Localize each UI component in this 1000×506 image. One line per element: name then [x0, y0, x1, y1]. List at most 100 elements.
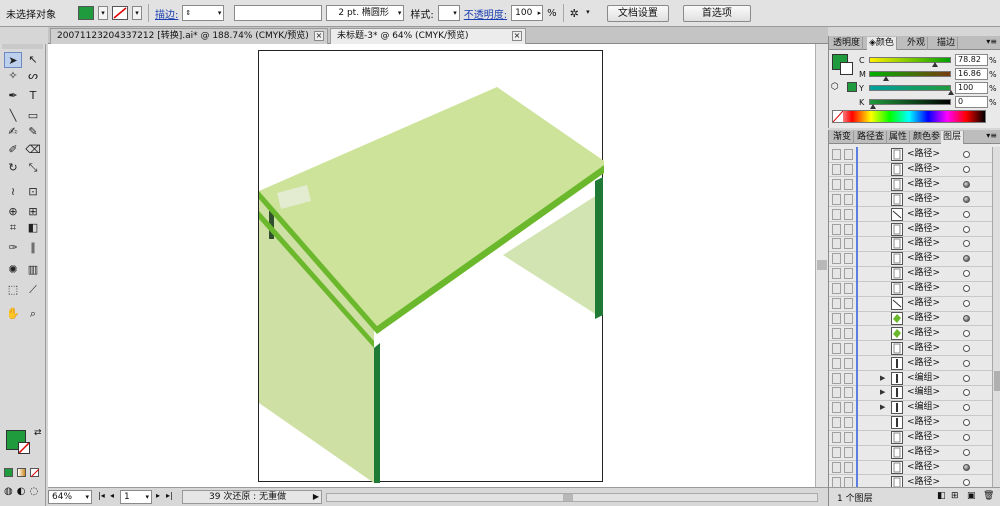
- layer-row[interactable]: <路径>: [829, 474, 992, 487]
- line-tool-icon[interactable]: ╲: [4, 108, 22, 124]
- slider-knob[interactable]: [883, 76, 890, 81]
- draw-inside-icon[interactable]: ◌: [29, 486, 38, 497]
- rectangle-tool-icon[interactable]: ▭: [24, 108, 42, 124]
- eyedropper-tool-icon[interactable]: ✑: [4, 240, 22, 256]
- visibility-toggle[interactable]: [832, 163, 841, 175]
- channel-slider[interactable]: [869, 85, 954, 95]
- visibility-toggle[interactable]: [832, 372, 841, 384]
- pen-tool-icon[interactable]: ✒: [4, 88, 22, 104]
- style-swatch-field[interactable]: ▾: [437, 5, 460, 21]
- layer-row[interactable]: <路径>: [829, 251, 992, 267]
- visibility-toggle[interactable]: [832, 208, 841, 220]
- layer-row[interactable]: <路径>: [829, 161, 992, 178]
- gamut-color-chip[interactable]: [847, 82, 857, 92]
- visibility-toggle[interactable]: [832, 402, 841, 414]
- gradient-mode-icon[interactable]: [17, 468, 26, 477]
- scroll-thumb[interactable]: [563, 494, 573, 501]
- tab-color-guide[interactable]: 颜色参: [911, 131, 944, 144]
- column-graph-tool-icon[interactable]: ▥: [24, 262, 42, 278]
- artboard-number-field[interactable]: 1 ▾: [120, 490, 152, 504]
- layer-row[interactable]: ▶ <编组>: [829, 385, 992, 401]
- lock-toggle[interactable]: [844, 476, 853, 487]
- layer-row[interactable]: <路径>: [829, 430, 992, 446]
- visibility-toggle[interactable]: [832, 238, 841, 250]
- scroll-thumb[interactable]: [817, 260, 827, 270]
- visibility-toggle[interactable]: [832, 223, 841, 235]
- target-icon[interactable]: [963, 151, 970, 158]
- type-tool-icon[interactable]: T: [24, 88, 42, 104]
- lock-toggle[interactable]: [844, 238, 853, 250]
- direct-selection-tool-icon[interactable]: ↖: [24, 52, 42, 68]
- layer-row[interactable]: <路径>: [829, 355, 992, 372]
- target-icon[interactable]: [963, 165, 970, 173]
- undo-status-display[interactable]: 39 次还原 : 无重做 ▶: [182, 490, 322, 504]
- lasso-tool-icon[interactable]: ᔕ: [24, 68, 42, 84]
- lock-toggle[interactable]: [844, 461, 853, 473]
- paintbrush-tool-icon[interactable]: ✍: [4, 124, 22, 140]
- slider-knob[interactable]: [870, 104, 876, 109]
- stroke-none-swatch[interactable]: [112, 6, 128, 20]
- target-icon[interactable]: [963, 270, 970, 278]
- document-tab-2[interactable]: 未标题-3* @ 64% (CMYK/预览) ×: [330, 28, 526, 44]
- draw-normal-icon[interactable]: ◍: [4, 486, 13, 497]
- layer-row[interactable]: ▶ <编组>: [829, 370, 992, 386]
- artboard[interactable]: [258, 50, 607, 483]
- first-artboard-icon[interactable]: |◂: [98, 491, 105, 500]
- magic-wand-tool-icon[interactable]: ✧: [4, 68, 22, 84]
- layer-row[interactable]: <路径>: [829, 281, 992, 297]
- close-icon[interactable]: ×: [512, 31, 522, 41]
- visibility-toggle[interactable]: [832, 357, 841, 369]
- lock-toggle[interactable]: [844, 223, 853, 235]
- target-icon[interactable]: [963, 255, 970, 263]
- canvas-vertical-scrollbar[interactable]: [815, 44, 828, 487]
- lock-toggle[interactable]: [844, 372, 853, 384]
- blob-brush-tool-icon[interactable]: ✐: [4, 142, 22, 158]
- gradient-tool-icon[interactable]: ◧: [24, 220, 42, 236]
- lock-toggle[interactable]: [844, 342, 853, 354]
- lock-toggle[interactable]: [844, 163, 853, 175]
- new-layer-icon[interactable]: ▣: [967, 491, 976, 501]
- brush-definition-field[interactable]: 2 pt. 椭圆形 ▾: [326, 5, 405, 21]
- color-spectrum[interactable]: [832, 110, 986, 123]
- rotate-tool-icon[interactable]: ↻: [4, 160, 22, 176]
- slider-knob[interactable]: [931, 62, 938, 67]
- lock-toggle[interactable]: [844, 327, 853, 339]
- target-icon[interactable]: [963, 240, 970, 248]
- none-mode-icon[interactable]: [30, 468, 39, 477]
- scale-tool-icon[interactable]: ⤡: [24, 160, 42, 176]
- tools-panel-grip[interactable]: [2, 44, 43, 49]
- stroke-weight-field[interactable]: ⇕ ▾: [182, 5, 225, 21]
- channel-value-field[interactable]: 100: [955, 82, 988, 94]
- selection-tool-icon[interactable]: ➤: [4, 52, 22, 68]
- target-icon[interactable]: [963, 359, 970, 367]
- mesh-tool-icon[interactable]: ⌗: [4, 220, 22, 236]
- target-icon[interactable]: [963, 300, 970, 307]
- lock-toggle[interactable]: [844, 298, 853, 309]
- lock-toggle[interactable]: [844, 149, 853, 160]
- channel-slider[interactable]: [869, 99, 951, 109]
- slider-knob[interactable]: [948, 90, 954, 95]
- visibility-toggle[interactable]: [832, 432, 841, 444]
- color-mode-icon[interactable]: [4, 468, 13, 477]
- visibility-toggle[interactable]: [832, 461, 841, 473]
- visibility-toggle[interactable]: [832, 327, 841, 339]
- layer-row[interactable]: <路径>: [829, 310, 992, 327]
- tab-attributes[interactable]: 属性: [887, 131, 911, 144]
- next-artboard-icon[interactable]: ▸: [156, 491, 160, 500]
- target-icon[interactable]: [963, 434, 970, 442]
- previous-artboard-icon[interactable]: ◂: [110, 491, 114, 500]
- target-icon[interactable]: [963, 210, 970, 218]
- tab-stroke[interactable]: 描边: [935, 37, 959, 50]
- opacity-link[interactable]: 不透明度:: [464, 6, 507, 21]
- canvas-area[interactable]: [48, 44, 815, 487]
- target-icon[interactable]: [963, 449, 970, 456]
- swap-fill-stroke-icon[interactable]: ⇄: [34, 428, 42, 438]
- visibility-toggle[interactable]: [832, 298, 841, 309]
- target-icon[interactable]: [963, 329, 970, 337]
- target-icon[interactable]: [963, 225, 970, 233]
- tab-gradient[interactable]: 渐变: [831, 131, 855, 144]
- hand-tool-icon[interactable]: ✋: [4, 306, 22, 322]
- target-icon[interactable]: [963, 285, 970, 293]
- tab-layers[interactable]: 图层: [941, 131, 965, 144]
- channel-slider[interactable]: [869, 57, 951, 67]
